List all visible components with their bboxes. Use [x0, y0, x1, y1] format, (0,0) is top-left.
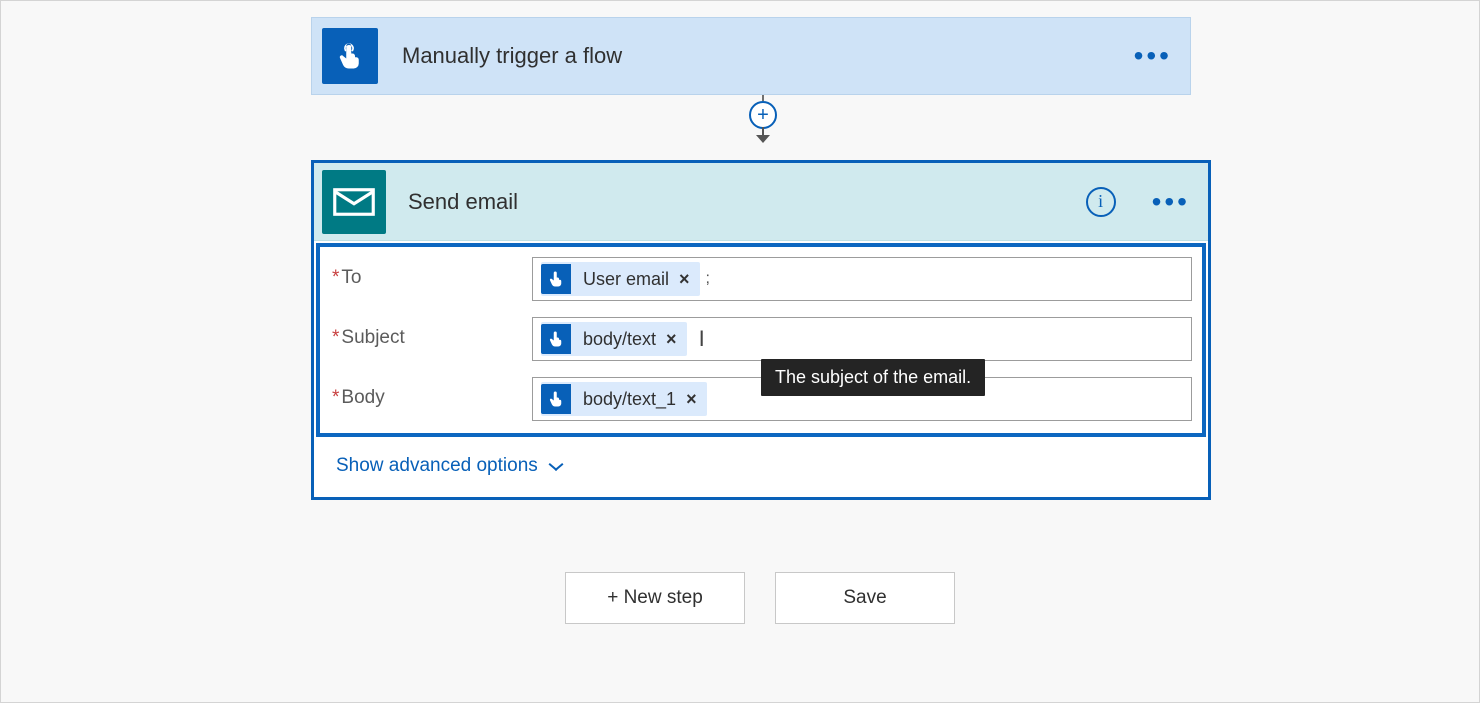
to-separator: ; — [706, 270, 710, 288]
new-step-button[interactable]: + New step — [565, 572, 745, 624]
chevron-down-icon — [548, 460, 564, 476]
connector-arrow — [754, 129, 772, 147]
token-label: User email — [583, 269, 669, 290]
show-advanced-options[interactable]: Show advanced options — [316, 437, 564, 495]
save-button[interactable]: Save — [775, 572, 955, 624]
token-label: body/text — [583, 329, 656, 350]
token-label: body/text_1 — [583, 389, 676, 410]
hand-tap-icon — [541, 264, 571, 294]
trigger-menu-button[interactable]: ••• — [1116, 36, 1190, 76]
field-label-to: *To — [332, 257, 532, 301]
action-header: Send email i ••• — [314, 163, 1208, 241]
token-remove-button[interactable]: × — [666, 329, 677, 350]
info-button[interactable]: i — [1086, 187, 1116, 217]
field-label-subject: *Subject — [332, 317, 532, 361]
field-label-body: *Body — [332, 377, 532, 421]
text-cursor-icon: I — [699, 326, 705, 352]
body-input[interactable]: body/text_1 × — [532, 377, 1192, 421]
trigger-title: Manually trigger a flow — [402, 43, 1116, 69]
field-row-to: *To User email × ; — [320, 247, 1202, 307]
subject-input[interactable]: body/text × I — [532, 317, 1192, 361]
hand-tap-icon — [541, 384, 571, 414]
action-title: Send email — [408, 189, 1086, 215]
token-body-text-1[interactable]: body/text_1 × — [541, 382, 707, 416]
hand-tap-icon — [541, 324, 571, 354]
field-row-subject: *Subject body/text × I — [320, 307, 1202, 367]
add-step-button[interactable]: + — [749, 101, 777, 129]
pointer-icon — [322, 28, 378, 84]
mail-icon — [322, 170, 386, 234]
field-row-body: *Body body/text_1 × — [320, 367, 1202, 427]
token-user-email[interactable]: User email × — [541, 262, 700, 296]
fields-group: *To User email × ; *Subject — [316, 243, 1206, 437]
token-body-text[interactable]: body/text × — [541, 322, 687, 356]
token-remove-button[interactable]: × — [679, 269, 690, 290]
connector: + — [749, 95, 777, 147]
envelope-icon — [333, 187, 375, 217]
to-input[interactable]: User email × ; — [532, 257, 1192, 301]
footer-button-row: + New step Save — [565, 572, 955, 624]
hand-tap-icon — [335, 41, 365, 71]
action-menu-button[interactable]: ••• — [1134, 182, 1208, 222]
token-remove-button[interactable]: × — [686, 389, 697, 410]
send-email-action-card[interactable]: Send email i ••• *To User email × — [311, 160, 1211, 500]
trigger-card[interactable]: Manually trigger a flow ••• — [311, 17, 1191, 95]
